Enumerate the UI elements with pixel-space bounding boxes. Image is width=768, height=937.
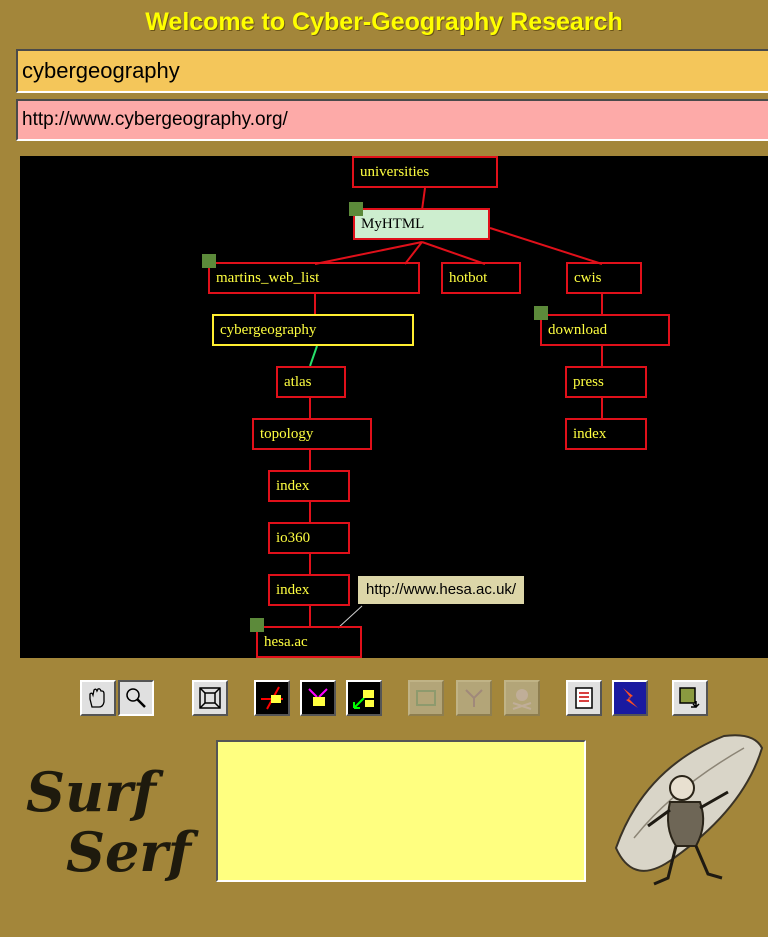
lightning-button[interactable] xyxy=(612,680,648,716)
surfer-illustration xyxy=(614,734,764,886)
window-button[interactable] xyxy=(408,680,444,716)
map-node-universities[interactable]: universities xyxy=(352,156,498,188)
skull-icon xyxy=(512,689,532,710)
map-node-hotbot[interactable]: hotbot xyxy=(441,262,521,294)
map-node-index[interactable]: index xyxy=(268,574,350,606)
export-button[interactable] xyxy=(672,680,708,716)
map-node-io360[interactable]: io360 xyxy=(268,522,350,554)
tree-icon xyxy=(465,689,483,707)
tree-button[interactable] xyxy=(456,680,492,716)
expand-marker-icon[interactable] xyxy=(349,202,363,216)
brand-surf: Surf xyxy=(26,760,156,824)
map-node-index[interactable]: index xyxy=(565,418,647,450)
magnifier-icon xyxy=(126,688,146,708)
map-node-topology[interactable]: topology xyxy=(252,418,372,450)
layout-red-icon xyxy=(261,686,283,710)
layout-red-button[interactable] xyxy=(254,680,290,716)
magnifier-button[interactable] xyxy=(118,680,154,716)
map-node-martins-web-list[interactable]: martins_web_list xyxy=(208,262,420,294)
site-map-canvas[interactable]: universities MyHTML martins_web_list hot… xyxy=(20,156,768,658)
map-node-cybergeography[interactable]: cybergeography xyxy=(212,314,414,346)
map-node-index[interactable]: index xyxy=(268,470,350,502)
window-icon xyxy=(416,690,436,706)
map-node-cwis[interactable]: cwis xyxy=(566,262,642,294)
hand-pan-icon xyxy=(89,688,105,708)
expand-marker-icon[interactable] xyxy=(250,618,264,632)
url-field[interactable]: http://www.cybergeography.org/ xyxy=(16,99,768,141)
fit-window-button[interactable] xyxy=(192,680,228,716)
page-title: Welcome to Cyber-Geography Research xyxy=(145,8,623,36)
document-button[interactable] xyxy=(566,680,602,716)
lightning-icon xyxy=(623,688,638,708)
map-node-press[interactable]: press xyxy=(565,366,647,398)
message-area[interactable] xyxy=(216,740,586,882)
map-node-download[interactable]: download xyxy=(540,314,670,346)
map-node-myhtml[interactable]: MyHTML xyxy=(353,208,490,240)
hand-pan-button[interactable] xyxy=(80,680,116,716)
expand-marker-icon[interactable] xyxy=(534,306,548,320)
fit-window-icon xyxy=(199,687,221,709)
layout-green-button[interactable] xyxy=(346,680,382,716)
toolbar xyxy=(0,680,768,720)
query-field[interactable]: cybergeography xyxy=(16,49,768,93)
layout-magenta-button[interactable] xyxy=(300,680,336,716)
document-icon xyxy=(575,687,593,709)
export-icon xyxy=(679,687,700,709)
layout-green-icon xyxy=(353,690,374,709)
url-tooltip: http://www.hesa.ac.uk/ xyxy=(358,576,525,604)
expand-marker-icon[interactable] xyxy=(202,254,216,268)
map-node-atlas[interactable]: atlas xyxy=(276,366,346,398)
layout-magenta-icon xyxy=(308,688,328,706)
map-node-hesa-ac[interactable]: hesa.ac xyxy=(256,626,362,658)
skull-button[interactable] xyxy=(504,680,540,716)
brand-serf: Serf xyxy=(66,820,192,884)
